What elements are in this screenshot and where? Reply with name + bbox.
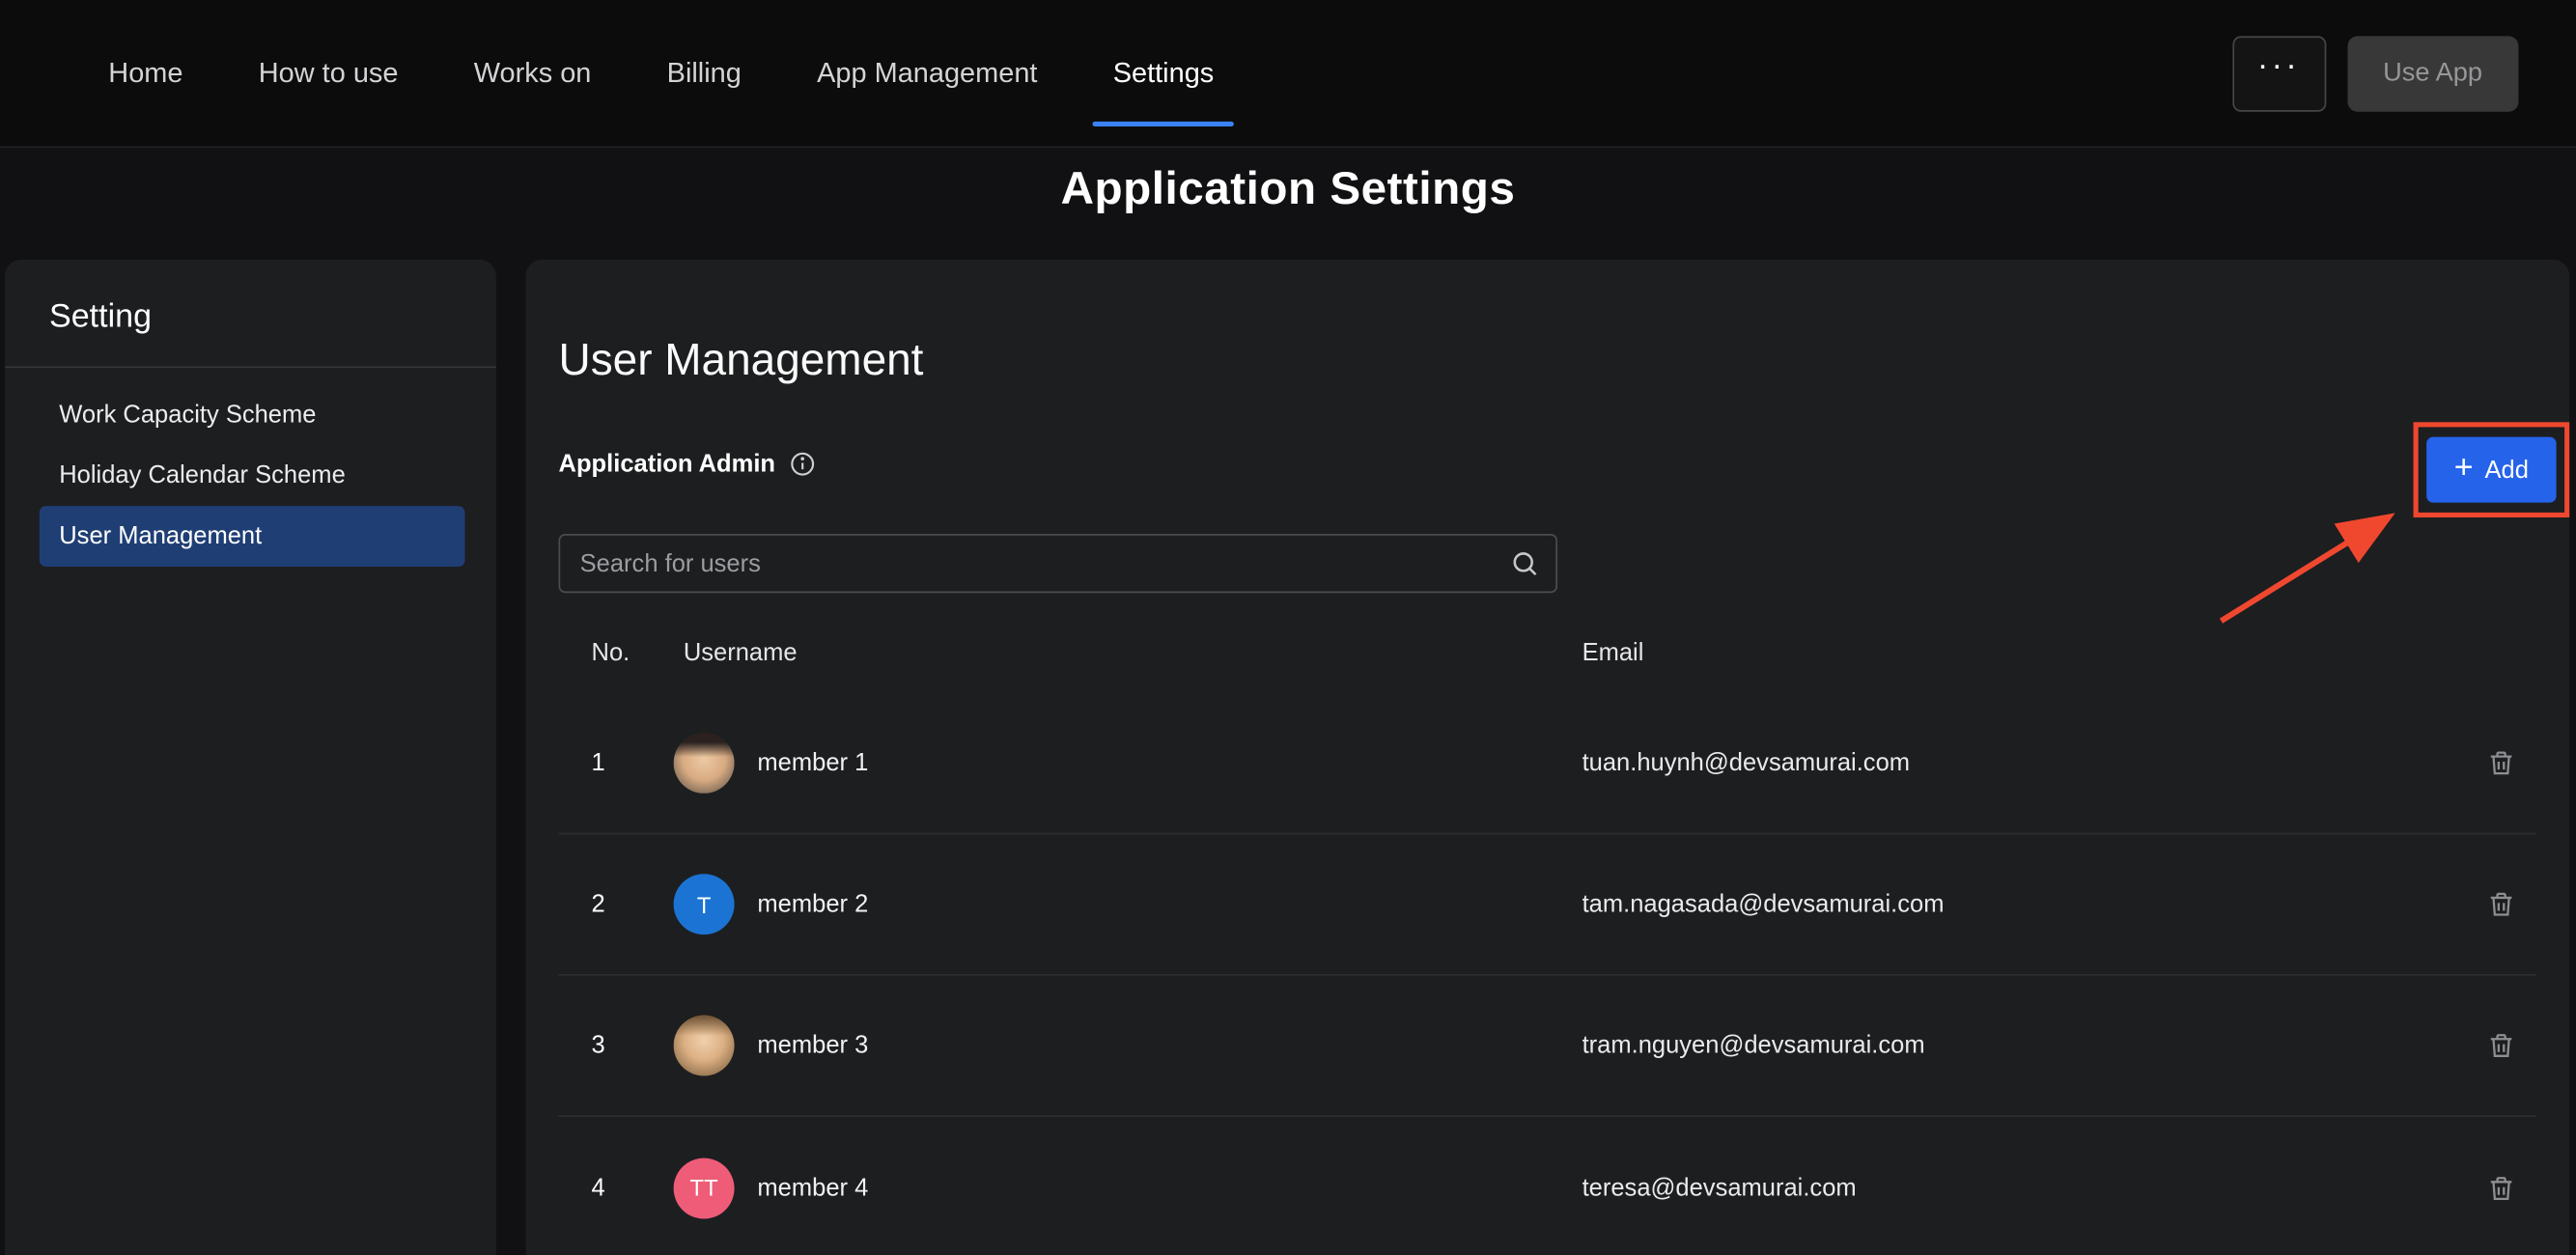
plus-icon: + bbox=[2454, 452, 2474, 485]
add-button-label: Add bbox=[2485, 456, 2529, 484]
user-cell: member 1 bbox=[670, 733, 1565, 794]
avatar: T bbox=[674, 874, 735, 934]
nav-tab-settings[interactable]: Settings bbox=[1113, 50, 1215, 97]
top-navigation: Home How to use Works on Billing App Man… bbox=[0, 0, 2576, 148]
table-row: 2 T member 2 tam.nagasada@devsamurai.com bbox=[559, 834, 2537, 975]
table-header-row: No. Username Email bbox=[559, 611, 2537, 693]
user-management-panel: User Management Application Admin + Add bbox=[525, 260, 2569, 1255]
nav-tabs: Home How to use Works on Billing App Man… bbox=[108, 50, 1214, 97]
application-admin-section: Application Admin bbox=[559, 450, 817, 478]
search-icon[interactable] bbox=[1510, 548, 1540, 578]
nav-tab-how-to-use[interactable]: How to use bbox=[259, 50, 399, 97]
delete-user-icon[interactable] bbox=[2481, 1026, 2519, 1064]
nav-tab-works-on[interactable]: Works on bbox=[474, 50, 592, 97]
nav-actions: ··· Use App bbox=[2232, 36, 2519, 111]
search-input[interactable] bbox=[560, 549, 1509, 577]
settings-sidebar: Setting Work Capacity Scheme Holiday Cal… bbox=[5, 260, 496, 1255]
application-admin-label: Application Admin bbox=[559, 450, 776, 478]
header-username: Username bbox=[670, 638, 1565, 666]
nav-tab-home[interactable]: Home bbox=[108, 50, 182, 97]
table-row: 3 member 3 tram.nguyen@devsamurai.com bbox=[559, 976, 2537, 1117]
email: tuan.huynh@devsamurai.com bbox=[1566, 749, 2465, 777]
avatar: TT bbox=[674, 1157, 735, 1218]
row-number: 3 bbox=[559, 1032, 671, 1060]
admin-users-table: No. Username Email 1 member 1 tuan.huynh… bbox=[559, 611, 2537, 1255]
sidebar-item-holiday-calendar-scheme[interactable]: Holiday Calendar Scheme bbox=[40, 445, 465, 506]
row-number: 1 bbox=[559, 749, 671, 777]
row-actions bbox=[2464, 885, 2536, 923]
email: tam.nagasada@devsamurai.com bbox=[1566, 890, 2465, 918]
panel-title: User Management bbox=[559, 335, 924, 386]
avatar bbox=[674, 1016, 735, 1076]
delete-user-icon[interactable] bbox=[2481, 885, 2519, 923]
annotation-highlight-box: + Add bbox=[2414, 422, 2570, 517]
page-title: Application Settings bbox=[0, 162, 2576, 214]
email: teresa@devsamurai.com bbox=[1566, 1174, 2465, 1202]
table-row: 1 member 1 tuan.huynh@devsamurai.com bbox=[559, 693, 2537, 834]
avatar bbox=[674, 733, 735, 794]
delete-user-icon[interactable] bbox=[2481, 744, 2519, 782]
row-number: 4 bbox=[559, 1174, 671, 1202]
username: member 4 bbox=[757, 1174, 868, 1202]
row-actions bbox=[2464, 1169, 2536, 1207]
row-actions bbox=[2464, 1026, 2536, 1064]
header-email: Email bbox=[1566, 638, 2465, 666]
delete-user-icon[interactable] bbox=[2481, 1169, 2519, 1207]
sidebar-menu: Work Capacity Scheme Holiday Calendar Sc… bbox=[40, 384, 465, 567]
username: member 1 bbox=[757, 749, 868, 777]
info-icon[interactable] bbox=[789, 450, 817, 478]
application-settings-page: Home How to use Works on Billing App Man… bbox=[0, 0, 2576, 1255]
sidebar-divider bbox=[5, 366, 496, 368]
use-app-button[interactable]: Use App bbox=[2347, 36, 2519, 111]
nav-tab-app-management[interactable]: App Management bbox=[817, 50, 1037, 97]
user-cell: member 3 bbox=[670, 1016, 1565, 1076]
sidebar-title: Setting bbox=[49, 299, 496, 337]
search-box bbox=[559, 534, 1558, 593]
sidebar-item-user-management[interactable]: User Management bbox=[40, 506, 465, 567]
email: tram.nguyen@devsamurai.com bbox=[1566, 1032, 2465, 1060]
more-options-button[interactable]: ··· bbox=[2232, 36, 2326, 111]
username: member 3 bbox=[757, 1032, 868, 1060]
user-cell: TT member 4 bbox=[670, 1157, 1565, 1218]
row-number: 2 bbox=[559, 890, 671, 918]
nav-tab-billing[interactable]: Billing bbox=[667, 50, 742, 97]
username: member 2 bbox=[757, 890, 868, 918]
header-no: No. bbox=[559, 638, 671, 666]
sidebar-item-work-capacity-scheme[interactable]: Work Capacity Scheme bbox=[40, 384, 465, 445]
user-cell: T member 2 bbox=[670, 874, 1565, 934]
add-user-button[interactable]: + Add bbox=[2426, 437, 2556, 503]
row-actions bbox=[2464, 744, 2536, 782]
table-row: 4 TT member 4 teresa@devsamurai.com bbox=[559, 1117, 2537, 1255]
